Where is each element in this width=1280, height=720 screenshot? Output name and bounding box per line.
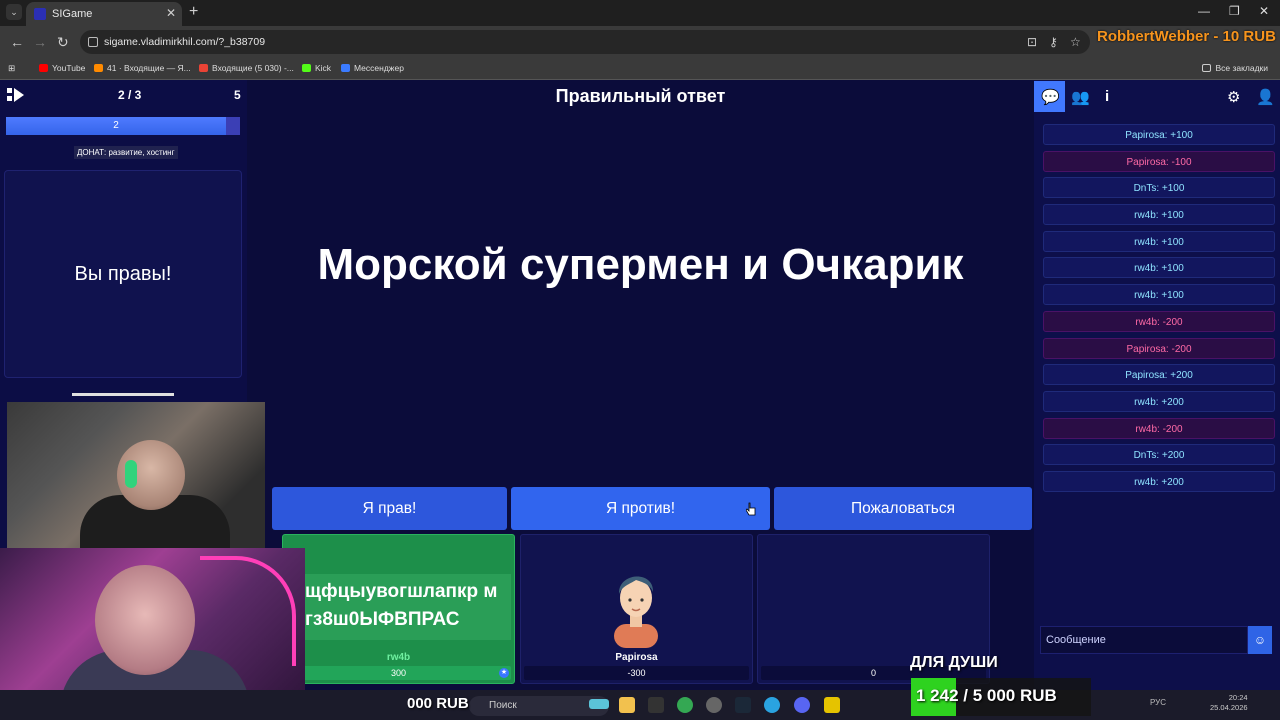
stream-donation-alert: RobbertWebber - 10 RUB (1097, 28, 1276, 45)
user-avatar[interactable]: 👤 (1256, 88, 1275, 106)
new-tab-icon[interactable]: + (189, 3, 198, 21)
sigame-logo-icon[interactable] (6, 86, 26, 104)
folder-icon (1202, 64, 1212, 72)
question-text: Морской супермен и Очкарик (317, 240, 964, 289)
mail-icon (94, 64, 103, 72)
donation-goal-title: ДЛЯ ДУШИ (910, 654, 998, 671)
message-input[interactable]: Сообщение (1040, 626, 1248, 654)
round-progress: 2 / 3 (118, 88, 142, 102)
tray-language[interactable]: РУС (1150, 698, 1166, 707)
page-title: Правильный ответ (247, 80, 1034, 112)
install-app-icon[interactable]: ⊡ (1027, 35, 1037, 49)
apps-grid-icon[interactable]: ⊞ (8, 63, 15, 74)
bookmark-youtube[interactable]: YouTube (39, 63, 85, 73)
window-close-icon[interactable]: ✕ (1259, 4, 1269, 18)
hand-cursor-icon (746, 502, 756, 516)
chat-message: rw4b: +100 (1043, 230, 1275, 252)
emoji-button[interactable]: ☺ (1248, 626, 1272, 654)
app-icon[interactable] (648, 697, 664, 713)
chat-message: rw4b: +100 (1043, 257, 1275, 279)
password-key-icon[interactable]: ⚷ (1049, 35, 1058, 49)
site-info-icon[interactable] (88, 37, 98, 47)
telegram-icon[interactable] (764, 697, 780, 713)
bookmark-yandex-mail[interactable]: 41 · Входящие — Я... (94, 63, 191, 73)
all-bookmarks[interactable]: Все закладки (1202, 63, 1268, 73)
players-icon[interactable]: 👥 (1071, 88, 1090, 106)
divider (72, 393, 174, 396)
chat-log: Papirosa: +100 Papirosa: -100 DnTs: +100 rw… (1043, 124, 1275, 498)
chat-message: Papirosa: -100 (1043, 150, 1275, 172)
obs-icon[interactable] (706, 697, 722, 713)
stream-overlay-rub: 000 RUB (407, 695, 469, 712)
chat-message: rw4b: +200 (1043, 470, 1275, 492)
webcam-person-face (95, 565, 195, 675)
player-name: Papirosa (615, 652, 658, 663)
chat-message: rw4b: +100 (1043, 204, 1275, 226)
answer-status-card: Вы правы! (4, 170, 242, 378)
chat-bubble-icon[interactable]: 💬 (1041, 88, 1060, 106)
chat-message: Papirosa: +200 (1043, 364, 1275, 386)
taskbar-search[interactable]: Поиск (469, 696, 609, 716)
player-score: -300 (524, 666, 749, 680)
donation-goal-text: 1 242 / 5 000 RUB (916, 686, 1057, 705)
tab-close-icon[interactable]: ✕ (166, 6, 176, 20)
chat-message: Papirosa: -200 (1043, 337, 1275, 359)
player-name: rw4b (386, 652, 411, 663)
chat-message: DnTs: +100 (1043, 177, 1275, 199)
app-icon[interactable] (824, 697, 840, 713)
player-avatar-icon (614, 576, 658, 648)
clock[interactable]: 20:24 25.04.2026 (1210, 693, 1248, 713)
sigame-favicon-icon (34, 8, 46, 20)
chat-message: rw4b: +200 (1043, 390, 1275, 412)
chat-message: Papirosa: +100 (1043, 124, 1275, 145)
youtube-icon (39, 64, 48, 72)
bookmark-messenger[interactable]: Мессенджер (341, 63, 404, 73)
settings-gear-icon[interactable]: ⚙ (1227, 88, 1240, 106)
discord-icon[interactable] (794, 697, 810, 713)
donate-link[interactable]: ДОНАТ: развитие, хостинг (74, 146, 178, 159)
browser-tab[interactable]: SIGame ✕ (26, 2, 182, 26)
tab-search-button[interactable]: ⌄ (6, 4, 22, 20)
forward-icon[interactable]: → (33, 34, 47, 50)
i-object-button[interactable]: Я против! (511, 487, 770, 530)
host-star-icon: ★ (499, 668, 509, 678)
bookmarks-bar: ⊞ YouTube 41 · Входящие — Я... Входящие … (0, 58, 1280, 80)
chat-message: rw4b: -200 (1043, 310, 1275, 332)
minimize-icon[interactable]: — (1198, 4, 1210, 18)
info-icon[interactable]: i (1105, 88, 1109, 105)
url-bar[interactable]: sigame.vladimirkhil.com/?_b38709 (80, 30, 1090, 54)
bookmark-gmail[interactable]: Входящие (5 030) -... (199, 63, 294, 73)
maximize-icon[interactable]: ❐ (1229, 4, 1240, 18)
round-count: 5 (234, 88, 241, 102)
widget-icon[interactable] (589, 699, 609, 709)
kick-icon (302, 64, 311, 72)
chrome-icon[interactable] (677, 697, 693, 713)
gmail-icon (199, 64, 208, 72)
chat-message: rw4b: +100 (1043, 284, 1275, 306)
i-am-right-button[interactable]: Я прав! (272, 487, 507, 530)
chat-message: rw4b: -200 (1043, 417, 1275, 439)
bookmark-star-icon[interactable]: ☆ (1070, 35, 1081, 49)
timer-fill: 2 (6, 117, 226, 135)
messenger-icon (341, 64, 350, 72)
headset-icon (125, 460, 137, 488)
complain-button[interactable]: Пожаловаться (774, 487, 1032, 530)
steam-icon[interactable] (735, 697, 751, 713)
back-icon[interactable]: ← (10, 34, 24, 50)
player-avatar-image: щфцыувогшлапкр м гз8ш0ЫФВПРАС (303, 574, 511, 640)
reload-icon[interactable]: ↻ (57, 34, 69, 51)
chat-message: DnTs: +200 (1043, 444, 1275, 466)
player-score: 300 (286, 666, 511, 680)
file-explorer-icon[interactable] (619, 697, 635, 713)
bookmark-kick[interactable]: Kick (302, 63, 331, 73)
tab-title: SIGame (52, 8, 93, 20)
